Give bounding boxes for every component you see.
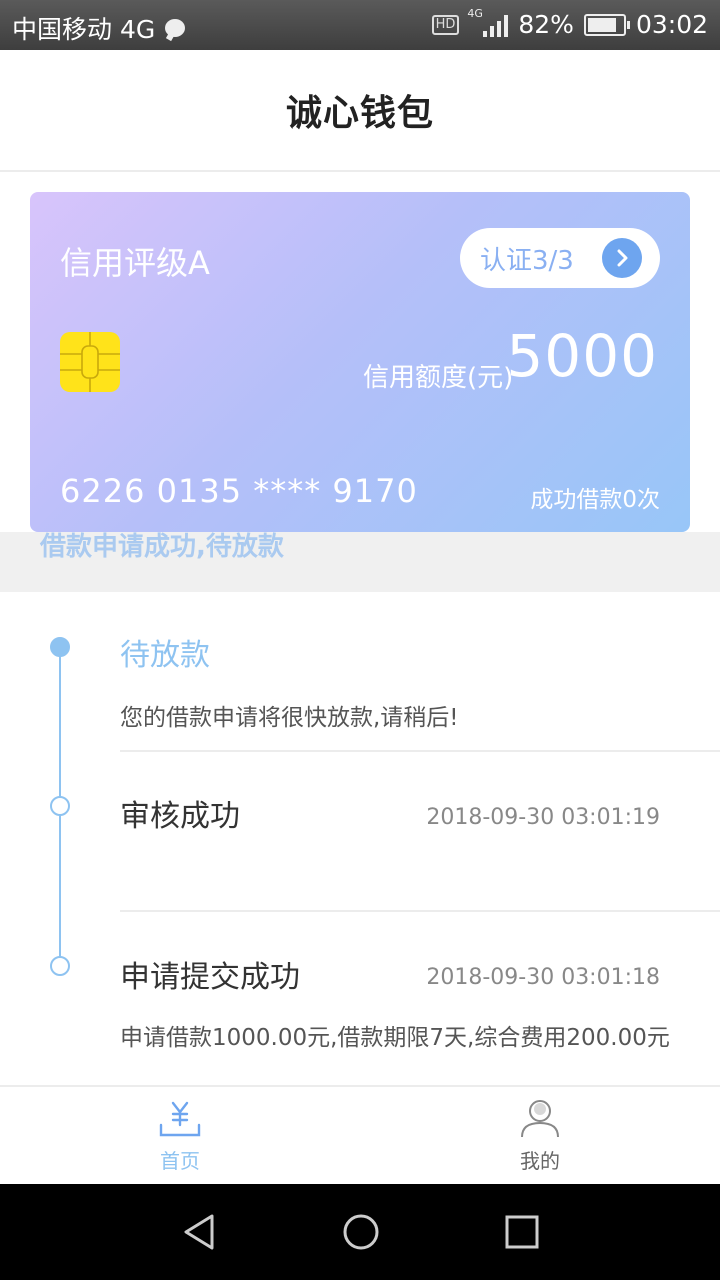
back-triangle-icon[interactable]	[180, 1212, 220, 1252]
chat-notification-icon	[165, 19, 186, 37]
chevron-right-icon	[602, 238, 642, 278]
card-chip-icon	[60, 332, 120, 392]
tab-label: 我的	[520, 1149, 560, 1173]
carrier-label: 中国移动 4G	[12, 15, 156, 44]
loan-timeline: 待放款 您的借款申请将很快放款,请稍后! 审核成功 2018-09-30 03:…	[0, 592, 720, 1085]
status-right: HD 4G 82% 03:02	[431, 7, 708, 39]
timeline-title: 审核成功	[120, 799, 240, 834]
battery-percent: 82%	[518, 10, 574, 39]
timeline-time: 2018-09-30 03:01:19	[426, 805, 660, 830]
yuan-wallet-icon	[158, 1099, 202, 1139]
app-header: 诚心钱包	[0, 50, 720, 172]
credit-limit-label: 信用额度(元)	[363, 363, 514, 393]
certification-label: 认证3/3	[480, 245, 574, 276]
tab-me[interactable]: 我的	[360, 1087, 720, 1184]
recents-square-icon[interactable]	[502, 1212, 542, 1252]
timeline-dot	[50, 796, 70, 816]
divider	[120, 910, 720, 912]
divider	[120, 750, 720, 752]
clock: 03:02	[635, 10, 708, 39]
card-number: 6226 0135 **** 9170	[60, 472, 418, 510]
timeline-dot	[50, 956, 70, 976]
timeline-desc: 申请借款1000.00元,借款期限7天,综合费用200.00元	[120, 1025, 670, 1051]
battery-icon	[583, 13, 630, 36]
status-banner: 借款申请成功,待放款	[0, 532, 720, 592]
credit-card: 信用评级A 认证3/3 信用额度(元) 5000 6226 0135 **** …	[30, 192, 690, 532]
bottom-tab-bar: 首页 我的	[0, 1085, 720, 1184]
credit-rating: 信用评级A	[60, 244, 210, 282]
credit-limit-value: 5000	[506, 322, 658, 390]
signal-icon: 4G	[467, 7, 509, 37]
timeline-desc: 您的借款申请将很快放款,请稍后!	[120, 705, 459, 731]
timeline-dot-active	[50, 637, 70, 657]
network-type: 4G	[467, 6, 483, 20]
timeline-time: 2018-09-30 03:01:18	[426, 965, 660, 990]
loan-count: 成功借款0次	[530, 487, 660, 513]
system-nav-bar	[0, 1184, 720, 1280]
tab-label: 首页	[160, 1149, 200, 1173]
status-bar: 中国移动 4G HD 4G 82% 03:02	[0, 0, 720, 50]
hd-badge: HD	[431, 14, 460, 35]
timeline-title: 待放款	[120, 638, 210, 673]
certification-button[interactable]: 认证3/3	[460, 228, 660, 288]
tab-home[interactable]: 首页	[0, 1087, 360, 1184]
home-circle-icon[interactable]	[341, 1212, 381, 1252]
status-left: 中国移动 4G	[12, 10, 186, 46]
person-icon	[518, 1099, 562, 1139]
page-title: 诚心钱包	[285, 93, 434, 134]
timeline-title: 申请提交成功	[120, 960, 300, 995]
banner-text: 借款申请成功,待放款	[40, 532, 284, 562]
